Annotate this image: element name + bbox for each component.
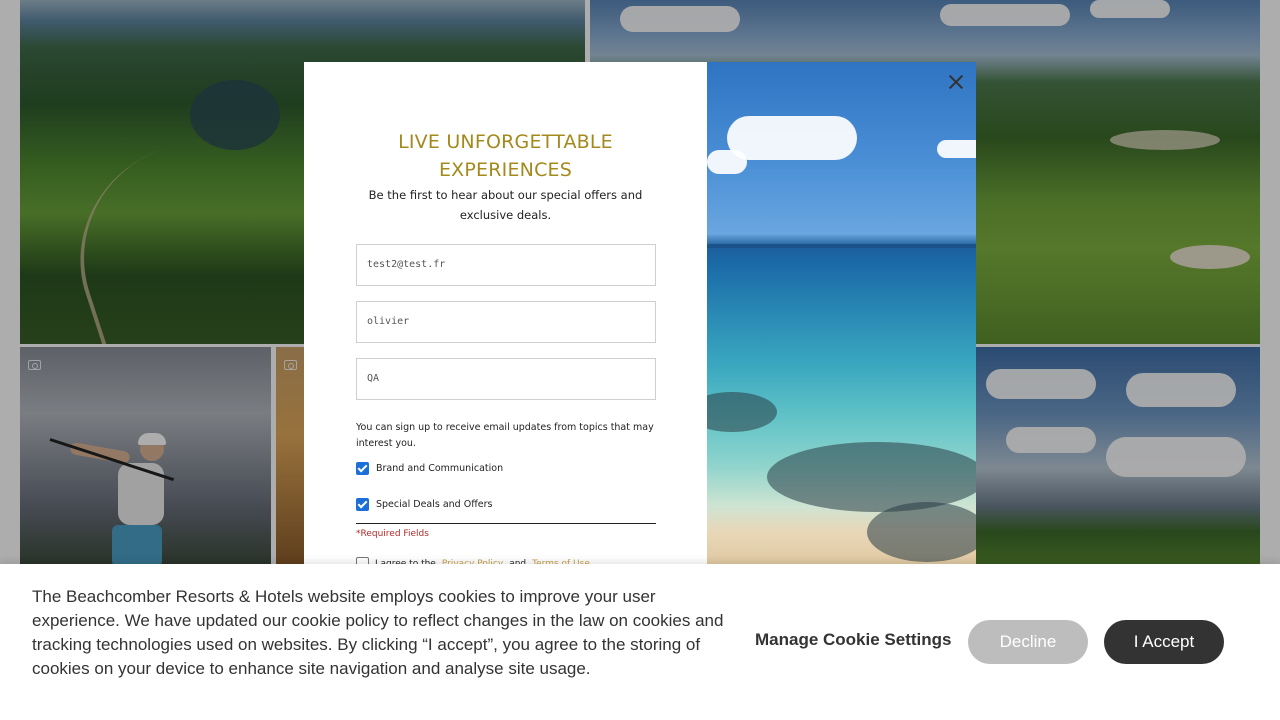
newsletter-modal: LIVE UNFORGETTABLE EXPERIENCES Be the fi… (304, 62, 976, 567)
divider (356, 523, 656, 524)
cloud-shape (707, 150, 747, 174)
topic-special-deals[interactable]: Special Deals and Offers (356, 498, 492, 511)
cloud-shape (937, 140, 976, 158)
modal-title-line1: LIVE UNFORGETTABLE (398, 131, 613, 153)
modal-beach-photo (707, 62, 976, 567)
palm-shadow-shape (707, 392, 777, 432)
modal-subtitle: Be the first to hear about our special o… (368, 188, 643, 222)
close-icon[interactable] (944, 70, 968, 94)
last-name-field[interactable]: QA (356, 358, 656, 400)
topic-label: Special Deals and Offers (376, 499, 493, 510)
horizon-line (707, 244, 976, 248)
checkbox-checked-icon[interactable] (356, 498, 369, 511)
cloud-shape (727, 116, 857, 160)
checkbox-checked-icon[interactable] (356, 462, 369, 475)
cookie-banner: The Beachcomber Resorts & Hotels website… (0, 564, 1280, 720)
modal-title: LIVE UNFORGETTABLE EXPERIENCES (334, 128, 677, 184)
palm-shadow-shape (867, 502, 976, 562)
modal-title-line2: EXPERIENCES (438, 159, 573, 181)
first-name-field[interactable]: olivier (356, 301, 656, 343)
required-fields-note: *Required Fields (356, 529, 429, 539)
topics-description: You can sign up to receive email updates… (356, 422, 654, 449)
decline-button[interactable]: Decline (968, 620, 1088, 664)
email-field[interactable]: test2@test.fr (356, 244, 656, 286)
palm-shadow-shape (767, 442, 976, 512)
newsletter-form: LIVE UNFORGETTABLE EXPERIENCES Be the fi… (304, 62, 707, 567)
page: LIVE UNFORGETTABLE EXPERIENCES Be the fi… (0, 0, 1280, 720)
topic-label: Brand and Communication (376, 463, 504, 474)
topic-brand-communication[interactable]: Brand and Communication (356, 462, 503, 475)
manage-cookie-settings-link[interactable]: Manage Cookie Settings (755, 630, 951, 650)
required-text: Required Fields (360, 529, 429, 539)
accept-button[interactable]: I Accept (1104, 620, 1224, 664)
cookie-notice-text: The Beachcomber Resorts & Hotels website… (32, 587, 724, 678)
